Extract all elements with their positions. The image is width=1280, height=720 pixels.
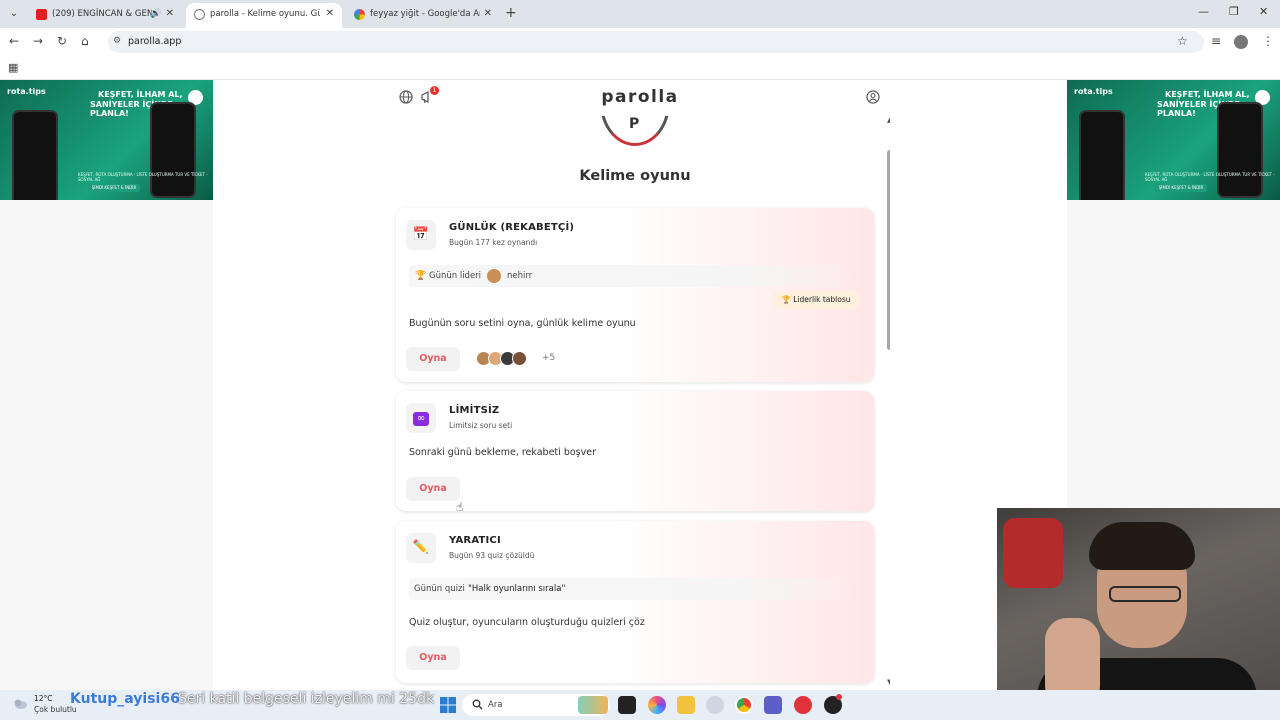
tab-google[interactable]: feyyaz yiğit - Google'da Ara ✕ — [346, 3, 500, 28]
chat-username: Kutup_ayisi66 — [70, 691, 180, 707]
ad-banner-left[interactable]: rota.tips KEŞFET, İLHAM AL, SANİYELER İÇ… — [0, 80, 213, 200]
task-view-icon[interactable] — [618, 696, 636, 714]
media-control-icon[interactable]: ≡ — [1211, 34, 1221, 48]
youtube-icon — [36, 9, 47, 20]
tab-youtube[interactable]: (209) ENGİNCAN & GENÇ 🔊 ✕ — [28, 3, 182, 28]
forward-icon[interactable]: → — [33, 34, 43, 48]
card-title: GÜNLÜK (REKABETÇİ) — [449, 222, 575, 233]
browser-menu-icon[interactable]: ⋮ — [1262, 34, 1274, 48]
file-explorer-icon[interactable] — [677, 696, 695, 714]
card-description: Quiz oluştur, oyuncuların oluşturduğu qu… — [409, 617, 645, 628]
infinity-icon: ∞ — [406, 403, 436, 433]
home-icon[interactable]: ⌂ — [81, 34, 89, 48]
ad-banner-right[interactable]: rota.tips KEŞFET, İLHAM AL, SANİYELER İÇ… — [1067, 80, 1280, 200]
phone-image — [1217, 102, 1263, 198]
notification-dot — [836, 694, 842, 700]
apps-grid-icon[interactable]: ▦ — [8, 61, 18, 74]
site-logo[interactable]: parolla — [390, 87, 890, 107]
card-subtitle: Bugün 93 quiz çözüldü — [449, 551, 535, 560]
webcam-person-hair — [1089, 522, 1195, 570]
close-window-icon[interactable]: ✕ — [1259, 5, 1268, 18]
bookmarks-bar: ▦ — [0, 56, 1280, 80]
daily-play-button[interactable]: Oyna — [406, 347, 460, 371]
trophy-icon: 🏆 — [781, 295, 791, 304]
webcam-overlay — [997, 508, 1280, 720]
scrollbar-thumb[interactable] — [887, 150, 890, 350]
quiz-of-day-row: Günün quizi "Halk oyunlarını sırala" — [409, 578, 864, 600]
new-tab-button[interactable]: + — [505, 5, 517, 21]
vpn-icon[interactable] — [706, 696, 724, 714]
phone-image — [1079, 110, 1125, 200]
avatar — [512, 351, 527, 366]
browser-toolbar: ← → ↻ ⌂ parolla.app — [0, 28, 1280, 56]
widgets-icon[interactable] — [578, 696, 608, 714]
tab-parolla[interactable]: parolla - Kelime oyunu. Günlük ✕ — [186, 3, 342, 28]
more-players-count: +5 — [542, 353, 556, 363]
site-header: 1 parolla — [390, 80, 890, 116]
phone-image — [150, 102, 196, 198]
card-title: LİMİTSİZ — [449, 405, 500, 416]
card-unlimited: ∞ LİMİTSİZ Limitsiz soru seti Sonraki gü… — [396, 391, 874, 511]
search-icon — [472, 699, 483, 710]
user-profile-icon[interactable] — [866, 90, 880, 104]
trophy-icon: 🏆 — [415, 271, 427, 281]
quiz-name-link[interactable]: "Halk oyunlarını sırala" — [468, 578, 565, 600]
parolla-favicon-icon — [194, 9, 205, 20]
reload-icon[interactable]: ↻ — [57, 34, 67, 48]
mouse-cursor-icon: ☝ — [456, 500, 464, 514]
weather-cloud-icon[interactable] — [12, 695, 28, 711]
copilot-icon[interactable] — [648, 696, 666, 714]
bookmark-star-icon[interactable]: ☆ — [1177, 34, 1188, 48]
speaker-icon[interactable]: 🔊 — [150, 3, 161, 25]
leader-name[interactable]: nehirr — [507, 265, 532, 287]
tab-strip: ⌄ (209) ENGİNCAN & GENÇ 🔊 ✕ parolla - Ke… — [0, 0, 1280, 28]
pencil-icon: ✏️ — [406, 533, 436, 563]
app-icon[interactable] — [794, 696, 812, 714]
calendar-icon: 📅 — [406, 220, 436, 250]
webcam-glasses — [1109, 586, 1181, 602]
card-daily: 📅 GÜNLÜK (REKABETÇİ) Bugün 177 kez oynan… — [396, 208, 874, 382]
teams-icon[interactable] — [764, 696, 782, 714]
phone-image — [12, 110, 58, 200]
profile-avatar[interactable] — [1234, 35, 1248, 49]
card-subtitle: Bugün 177 kez oynandı — [449, 238, 538, 247]
scroll-down-arrow[interactable]: ▼ — [887, 678, 890, 686]
card-description: Sonraki günü bekleme, rekabeti boşver — [409, 447, 596, 458]
scroll-up-arrow[interactable]: ▲ — [887, 116, 890, 124]
close-tab-icon[interactable]: ✕ — [484, 3, 492, 25]
close-tab-icon[interactable]: ✕ — [166, 3, 174, 25]
unlimited-play-button[interactable]: Oyna — [406, 477, 460, 501]
address-bar[interactable]: parolla.app — [108, 31, 1204, 53]
google-icon — [354, 9, 365, 20]
card-title: YARATICI — [449, 535, 501, 546]
creator-play-button[interactable]: Oyna — [406, 646, 460, 670]
game-circle-letter: P — [629, 116, 640, 132]
back-icon[interactable]: ← — [9, 34, 19, 48]
weather-temperature: 12°C — [34, 694, 53, 703]
page-title: Kelime oyunu — [579, 168, 691, 184]
chat-message: Seri katil belgeseli izleyelim mi 25dk — [178, 691, 435, 707]
restore-icon[interactable]: ❐ — [1229, 5, 1239, 18]
chrome-icon[interactable] — [735, 696, 753, 714]
card-description: Bugünün soru setini oyna, günlük kelime … — [409, 318, 636, 329]
daily-leader-row: 🏆 Günün lideri nehirr — [409, 265, 864, 287]
minimize-icon[interactable]: — — [1198, 5, 1209, 18]
card-creator: ✏️ YARATICI Bugün 93 quiz çözüldü Günün … — [396, 521, 874, 683]
card-subtitle: Limitsiz soru seti — [449, 421, 513, 430]
leaderboard-button[interactable]: 🏆 Liderlik tablosu — [773, 291, 859, 309]
windows-start-icon[interactable] — [440, 697, 456, 713]
site-info-icon[interactable]: ⚙ — [113, 36, 121, 46]
avatar — [487, 269, 501, 283]
main-content: 1 parolla P Kelime oyunu 📅 GÜNLÜK (REKAB… — [390, 80, 890, 690]
tab-search-icon[interactable]: ⌄ — [6, 6, 22, 22]
close-tab-icon[interactable]: ✕ — [326, 3, 334, 25]
taskbar: 12°C Çok bulutlu Kutup_ayisi66 Seri kati… — [0, 690, 1280, 720]
webcam-background-cloth — [1003, 518, 1063, 588]
